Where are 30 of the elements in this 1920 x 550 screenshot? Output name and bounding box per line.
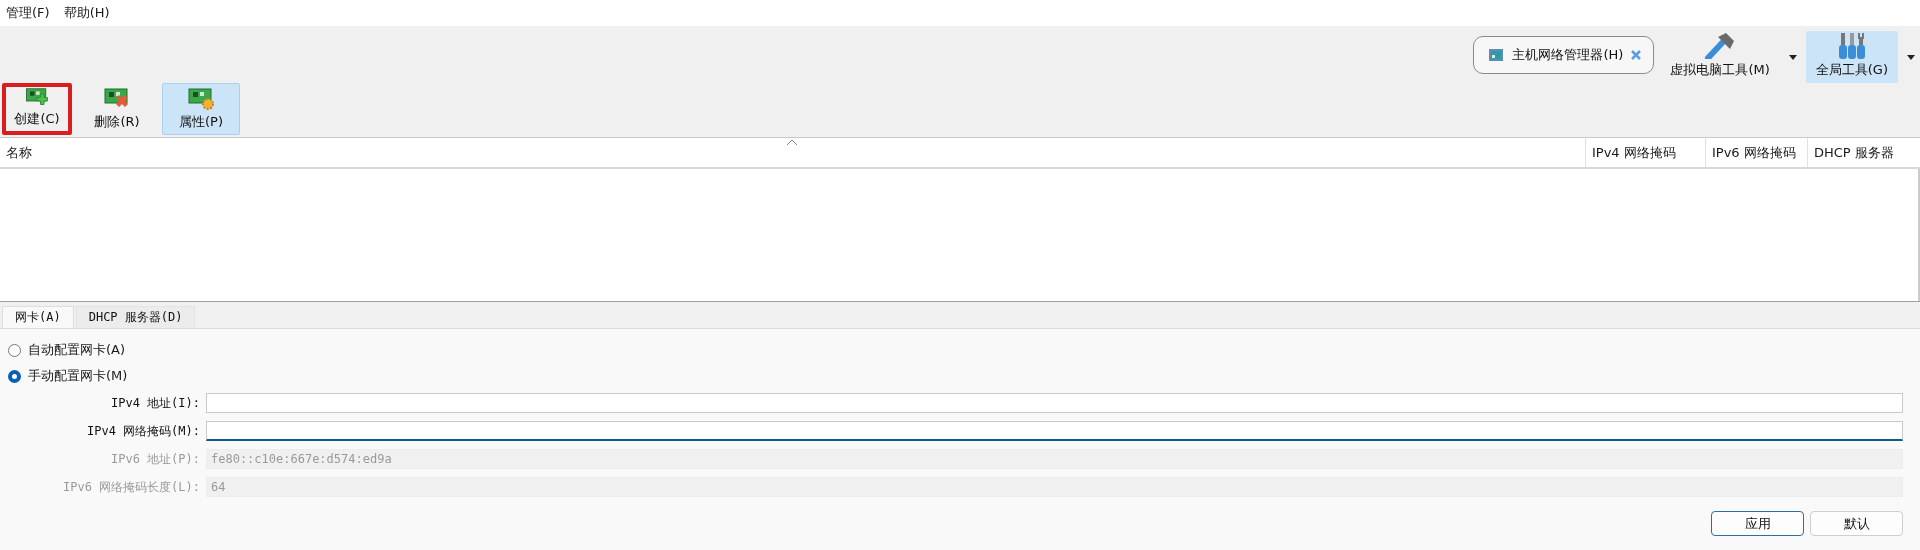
field-label: IPv4 地址(I): [109,394,200,412]
menu-item[interactable]: 管理(F) [6,4,50,22]
radio-button[interactable] [8,343,21,357]
network-card-plus-icon [23,87,51,108]
machine-tools-button[interactable]: 虚拟电脑工具(M) [1660,31,1780,83]
radio-option[interactable]: 自动配置网卡(A) [8,337,1920,363]
radio-option[interactable]: 手动配置网卡(M) [8,363,1920,389]
hammer-icon [1704,31,1737,59]
tab[interactable]: DHCP 服务器(D) [75,306,196,328]
tools-icon [1837,31,1866,59]
field-label: IPv4 网络掩码(M): [85,422,200,440]
apply-button[interactable]: 应用 [1711,511,1804,536]
properties-button[interactable]: 属性(P) [162,83,240,135]
network-card-icon [1488,47,1505,63]
input-field[interactable] [206,393,1903,413]
field-label: IPv6 地址(P): [109,450,200,468]
close-icon[interactable] [1631,50,1642,60]
delete-button[interactable]: 删除(R) [82,83,152,135]
radio-button[interactable] [8,369,21,383]
reset-button[interactable]: 默认 [1810,511,1903,536]
input-field[interactable] [206,421,1903,441]
create-button[interactable]: 创建(C) [2,83,72,135]
tab[interactable]: 网卡(A) [2,306,74,328]
menu-item[interactable]: 帮助(H) [63,4,110,22]
field-label: IPv6 网络掩码长度(L): [61,478,200,496]
host-network-manager-tab[interactable]: 主机网络管理器(H) [1473,36,1655,74]
global-tools-button[interactable]: 全局工具(G) [1805,31,1898,83]
network-card-gear-icon [187,87,215,111]
dropdown-arrow-icon[interactable] [1907,54,1915,60]
dropdown-arrow-icon[interactable] [1788,54,1797,60]
